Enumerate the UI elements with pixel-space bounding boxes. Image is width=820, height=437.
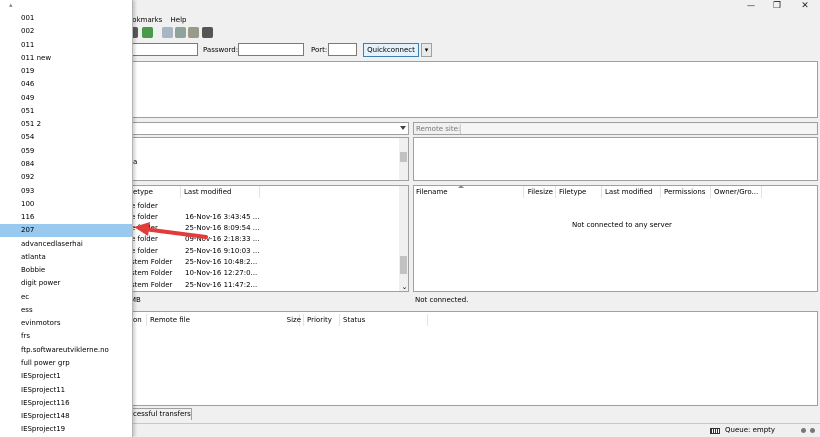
password-input[interactable]: [238, 43, 304, 56]
dropdown-item[interactable]: 019: [0, 65, 132, 78]
port-input[interactable]: [328, 43, 357, 56]
not-connected-message: Not connected to any server: [572, 221, 672, 229]
dropdown-item[interactable]: 084: [0, 158, 132, 171]
quickconnect-dropdown-button[interactable]: ▾: [421, 43, 432, 57]
dropdown-item[interactable]: 051 2: [0, 118, 132, 131]
sync-icon[interactable]: [175, 27, 186, 38]
tab-successful-transfers[interactable]: cessful transfers: [128, 408, 192, 420]
dropdown-item[interactable]: 051: [0, 105, 132, 118]
dropdown-item[interactable]: 011: [0, 39, 132, 52]
dropdown-item[interactable]: 092: [0, 171, 132, 184]
transfer-queue[interactable]: ion Remote file Size Priority Status: [128, 311, 818, 406]
dropdown-item[interactable]: 207: [0, 224, 132, 238]
remote-site-path[interactable]: Remote site:: [413, 122, 818, 135]
scroll-up-arrow[interactable]: ▴: [9, 1, 13, 9]
local-site-path[interactable]: [128, 122, 409, 135]
message-log[interactable]: [128, 61, 818, 118]
column-last-modified[interactable]: Last modified: [603, 186, 661, 198]
dropdown-item[interactable]: 100: [0, 198, 132, 211]
local-file-header: letype Last modified: [129, 186, 401, 198]
dropdown-item[interactable]: ftp.softwareutviklerne.no: [0, 344, 132, 357]
queue-header: ion Remote file Size Priority Status: [129, 314, 819, 326]
dropdown-item[interactable]: evinmotors: [0, 317, 132, 330]
menu-bookmarks[interactable]: ookmarks: [128, 16, 162, 24]
binoculars-icon[interactable]: [202, 27, 213, 38]
dropdown-item[interactable]: 011 new: [0, 52, 132, 65]
queue-icon: [710, 428, 720, 434]
tree-scrollbar[interactable]: [399, 138, 408, 180]
dropdown-item[interactable]: IESproject116: [0, 397, 132, 410]
dropdown-item[interactable]: 002: [0, 25, 132, 38]
annotation-arrow: [134, 222, 208, 239]
quickconnect-button[interactable]: Quickconnect: [363, 43, 419, 57]
local-dir-tree[interactable]: a: [128, 137, 409, 181]
menu-help[interactable]: Help: [171, 16, 187, 24]
column-filetype[interactable]: letype: [129, 186, 181, 198]
chevron-down-icon[interactable]: [400, 126, 406, 130]
restore-button[interactable]: ❐: [770, 1, 784, 11]
dropdown-item[interactable]: 059: [0, 145, 132, 158]
toolbar: [130, 27, 230, 39]
dropdown-item[interactable]: advancedlaserhai: [0, 238, 132, 251]
close-button[interactable]: ✕: [798, 1, 812, 11]
column-status[interactable]: Status: [341, 314, 428, 326]
status-light-icon: [801, 428, 806, 433]
tree-scroll-thumb[interactable]: [400, 152, 407, 162]
compare-icon[interactable]: [162, 27, 173, 38]
dropdown-item[interactable]: 116: [0, 211, 132, 224]
column-filetype[interactable]: Filetype: [557, 186, 602, 198]
dropdown-item[interactable]: 049: [0, 92, 132, 105]
host-input[interactable]: [128, 43, 198, 56]
dropdown-item[interactable]: atlanta: [0, 251, 132, 264]
remote-status: Not connected.: [415, 296, 469, 304]
dropdown-item[interactable]: digit power: [0, 277, 132, 290]
dropdown-item[interactable]: frs: [0, 330, 132, 343]
column-priority[interactable]: Priority: [305, 314, 340, 326]
sort-ascending-icon: [458, 185, 464, 188]
remote-file-header: Filename Filesize Filetype Last modified…: [414, 185, 817, 198]
column-filename[interactable]: Filename: [414, 186, 524, 198]
dropdown-item[interactable]: ess: [0, 304, 132, 317]
dropdown-item[interactable]: full power grp: [0, 357, 132, 370]
column-size[interactable]: Size: [284, 314, 304, 326]
local-file-scrollbar[interactable]: [399, 186, 408, 291]
local-file-scroll-thumb[interactable]: [400, 256, 407, 274]
column-filesize[interactable]: Filesize: [525, 186, 556, 198]
port-label: Port:: [311, 46, 328, 54]
password-label: Password:: [203, 46, 239, 54]
remote-dir-tree[interactable]: [413, 137, 818, 181]
dropdown-item[interactable]: IESproject19: [0, 423, 132, 436]
dropdown-item[interactable]: IESproject11: [0, 384, 132, 397]
menu-bar: ookmarks Help: [128, 15, 193, 25]
dropdown-item[interactable]: IESproject148: [0, 410, 132, 423]
dropdown-item[interactable]: IESproject1: [0, 370, 132, 383]
column-owner-group[interactable]: Owner/Gro...: [712, 186, 762, 198]
dropdown-item[interactable]: 001: [0, 12, 132, 25]
chevron-down-icon: ⌄: [401, 283, 408, 291]
dropdown-item[interactable]: Bobbie: [0, 264, 132, 277]
column-last-modified[interactable]: Last modified: [182, 186, 260, 198]
remote-site-label: Remote site:: [416, 125, 461, 133]
dropdown-item[interactable]: 093: [0, 185, 132, 198]
remote-file-list[interactable]: Filename Filesize Filetype Last modified…: [402, 185, 818, 292]
remote-site-combo[interactable]: [460, 124, 816, 134]
dropdown-item[interactable]: 054: [0, 131, 132, 144]
column-remote-file[interactable]: Remote file: [148, 314, 300, 326]
filter-icon[interactable]: [188, 27, 199, 38]
column-permissions[interactable]: Permissions: [662, 186, 711, 198]
dropdown-item[interactable]: 046: [0, 78, 132, 91]
status-light-icon: [810, 428, 815, 433]
disconnect-icon[interactable]: [142, 27, 153, 38]
status-bar: Queue: empty: [128, 423, 820, 437]
tree-partial-label: a: [133, 158, 138, 166]
site-dropdown-list[interactable]: ▴ 001 002 011 011 new 019 046 049 051 051 2 054 05…: [0, 0, 133, 437]
minimize-button[interactable]: —: [744, 1, 758, 10]
dropdown-item[interactable]: ec: [0, 291, 132, 304]
queue-status: Queue: empty: [725, 426, 776, 434]
